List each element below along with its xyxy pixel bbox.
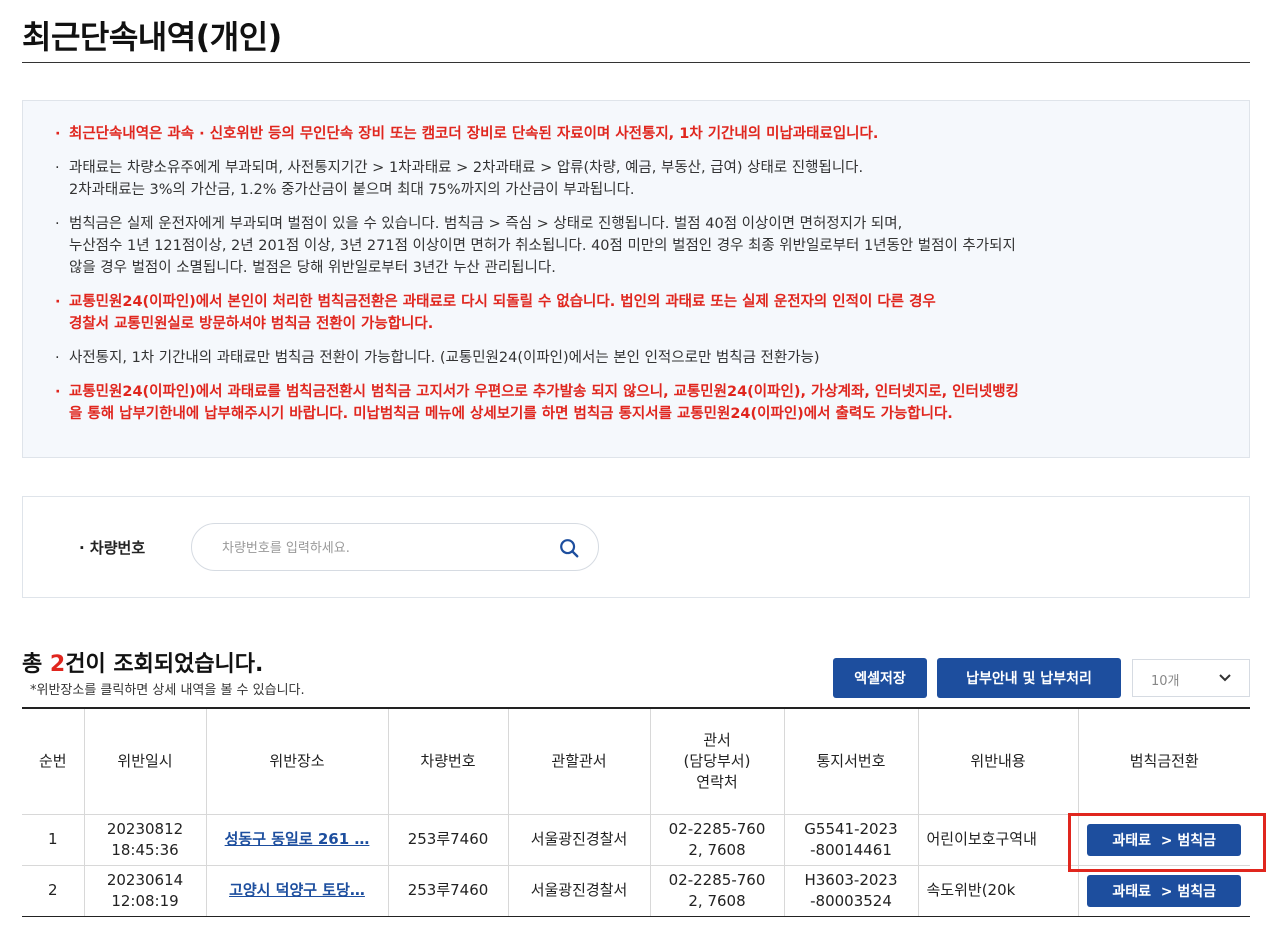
violation-content-text: 속도위반(20k xyxy=(926,881,1016,899)
page-size-value: 10개 xyxy=(1151,674,1180,689)
row-number-cell: 2 xyxy=(22,864,85,917)
notice-bullet: · xyxy=(55,350,60,366)
notice-bullet: · xyxy=(55,216,60,232)
column-header: 위반장소 xyxy=(205,707,389,815)
table-header-row: 순번 위반일시 위반장소 차량번호 관할관서 관서 (담당부서) 연락처 통지서번호 위반내용… xyxy=(22,707,1250,815)
vehicle-number-cell-text: 253루7460 xyxy=(407,830,489,848)
row-number-cell-text: 2 xyxy=(47,881,58,899)
column-header: 위반일시 xyxy=(83,707,207,815)
violation-location-cell: 성동구 동일로 261 … xyxy=(205,813,389,866)
violation-content-text: 어린이보호구역내 xyxy=(926,830,1037,848)
violation-datetime-cell-text: 12:08:19 xyxy=(111,891,179,910)
notice-item: · 최근단속내역은 과속 · 신호위반 등의 무인단속 장비 또는 캠코더 장비로… xyxy=(55,123,1221,145)
notice-panel: · 최근단속내역은 과속 · 신호위반 등의 무인단속 장비 또는 캠코더 장비로… xyxy=(22,100,1250,458)
convert-to-fine-button[interactable]: 과태료 > 범칙금 xyxy=(1087,874,1242,907)
notice-number-cell-text: H3603-2023 xyxy=(804,870,898,889)
police-office-cell-text: 서울광진경찰서 xyxy=(530,881,628,899)
notice-bullet: · xyxy=(55,126,61,142)
table-row: 1 20230812 18:45:36 성동구 동일로 261 … 253루7460 서울… xyxy=(22,813,1250,866)
vehicle-number-cell: 253루7460 xyxy=(387,813,509,866)
excel-save-button[interactable]: 엑셀저장 xyxy=(833,658,927,698)
office-contact-cell: 02-2285-760 2, 7608 xyxy=(649,813,785,866)
result-count: 총 2건이 조회되었습니다. xyxy=(22,646,263,678)
notice-line: 교통민원24(이파인)에서 과태료를 범칙금전환시 범칙금 고지서가 우편으로 … xyxy=(69,384,1019,400)
row-number-cell: 1 xyxy=(22,813,85,866)
police-office-cell: 서울광진경찰서 xyxy=(507,864,651,917)
vehicle-number-input[interactable] xyxy=(222,536,542,560)
fine-conversion-cell: 과태료 > 범칙금 xyxy=(1077,864,1250,917)
notice-line: 사전통지, 1차 기간내의 과태료만 범칙금 전환이 가능합니다. (교통민원2… xyxy=(69,350,820,366)
convert-to-fine-button[interactable]: 과태료 > 범칙금 xyxy=(1087,823,1242,856)
column-header: 순번 xyxy=(22,707,85,815)
notice-number-cell-text: G5541-2023 xyxy=(804,819,898,838)
fine-conversion-cell: 과태료 > 범칙금 xyxy=(1077,813,1250,866)
notice-item: · 사전통지, 1차 기간내의 과태료만 범칙금 전환이 가능합니다. (교통민원… xyxy=(55,347,1221,369)
notice-bullet: · xyxy=(55,160,60,176)
column-header: 범칙금전환 xyxy=(1077,707,1250,815)
search-icon[interactable] xyxy=(558,537,580,559)
police-office-cell: 서울광진경찰서 xyxy=(507,813,651,866)
violation-location-cell: 고양시 덕양구 토당… xyxy=(205,864,389,917)
violation-content-cell: 어린이보호구역내 xyxy=(917,813,1079,866)
result-count-prefix: 총 xyxy=(22,652,50,677)
office-contact-cell-text: 02-2285-760 xyxy=(668,819,766,838)
title-divider xyxy=(22,62,1250,63)
column-header: 관할관서 xyxy=(507,707,651,815)
notice-number-cell-text: -80003524 xyxy=(810,891,892,910)
notice-number-cell: H3603-2023 -80003524 xyxy=(783,864,919,917)
search-panel: · 차량번호 xyxy=(22,496,1250,598)
notice-line: 범칙금은 실제 운전자에게 부과되며 벌점이 있을 수 있습니다. 범칙금 > … xyxy=(69,216,903,232)
vehicle-number-cell: 253루7460 xyxy=(387,864,509,917)
row-number-cell-text: 1 xyxy=(47,830,58,848)
notice-line: 2차과태료는 3%의 가산금, 1.2% 중가산금이 붙으며 최대 75%까지의… xyxy=(69,182,635,198)
chevron-down-icon xyxy=(1219,674,1231,682)
violation-datetime-cell: 20230614 12:08:19 xyxy=(83,864,207,917)
police-office-cell-text: 서울광진경찰서 xyxy=(530,830,628,848)
violation-location-link[interactable]: 성동구 동일로 261 … xyxy=(225,830,370,848)
payment-guide-button[interactable]: 납부안내 및 납부처리 xyxy=(937,658,1121,698)
notice-line: 경찰서 교통민원실로 방문하셔야 범칙금 전환이 가능합니다. xyxy=(69,316,434,332)
notice-line: 최근단속내역은 과속 · 신호위반 등의 무인단속 장비 또는 캠코더 장비로 … xyxy=(69,126,879,142)
column-header: 관서 (담당부서) 연락처 xyxy=(649,707,785,815)
violation-content-cell: 속도위반(20k xyxy=(917,864,1079,917)
office-contact-cell-text: 02-2285-760 xyxy=(668,870,766,889)
vehicle-number-search-field[interactable] xyxy=(191,523,599,571)
violation-datetime-cell-text: 20230812 xyxy=(106,819,184,838)
notice-line: 과태료는 차량소유주에게 부과되며, 사전통지기간 > 1차과태료 > 2차과태… xyxy=(69,160,864,176)
vehicle-number-cell-text: 253루7460 xyxy=(407,881,489,899)
notice-line: 누산점수 1년 121점이상, 2년 201점 이상, 3년 271점 이상이면… xyxy=(69,238,1016,254)
office-contact-cell-text: 2, 7608 xyxy=(688,840,746,859)
violation-datetime-cell-text: 18:45:36 xyxy=(111,840,179,859)
violation-datetime-cell-text: 20230614 xyxy=(106,870,184,889)
notice-number-cell-text: -80014461 xyxy=(810,840,892,859)
table-row: 2 20230614 12:08:19 고양시 덕양구 토당… 253루7460 서울광진… xyxy=(22,864,1250,917)
notice-line: 교통민원24(이파인)에서 본인이 처리한 범칙금전환은 과태료로 다시 되돌릴… xyxy=(69,294,936,310)
notice-bullet: · xyxy=(55,384,61,400)
violation-datetime-cell: 20230812 18:45:36 xyxy=(83,813,207,866)
notice-bullet: · xyxy=(55,294,61,310)
notice-number-cell: G5541-2023 -80014461 xyxy=(783,813,919,866)
office-contact-cell: 02-2285-760 2, 7608 xyxy=(649,864,785,917)
notice-item: · 과태료는 차량소유주에게 부과되며, 사전통지기간 > 1차과태료 > 2차과… xyxy=(55,157,1221,201)
result-hint: *위반장소를 클릭하면 상세 내역을 볼 수 있습니다. xyxy=(30,683,305,698)
notice-item: · 교통민원24(이파인)에서 과태료를 범칙금전환시 범칙금 고지서가 우편으로… xyxy=(55,381,1221,425)
office-contact-cell-text: 2, 7608 xyxy=(688,891,746,910)
page-title: 최근단속내역(개인) xyxy=(22,18,282,56)
notice-line: 않을 경우 벌점이 소멸됩니다. 벌점은 당해 위반일로부터 3년간 누산 관리… xyxy=(69,260,556,276)
violation-location-link[interactable]: 고양시 덕양구 토당… xyxy=(229,881,365,899)
page-size-select[interactable]: 10개 xyxy=(1132,659,1250,697)
vehicle-number-label: · 차량번호 xyxy=(79,539,146,557)
result-count-number: 2 xyxy=(49,652,66,677)
notice-item: · 범칙금은 실제 운전자에게 부과되며 벌점이 있을 수 있습니다. 범칙금 >… xyxy=(55,213,1221,279)
notice-line: 을 통해 납부기한내에 납부해주시기 바랍니다. 미납범칙금 메뉴에 상세보기를… xyxy=(69,406,953,422)
column-header: 통지서번호 xyxy=(783,707,919,815)
column-header: 위반내용 xyxy=(917,707,1079,815)
result-count-suffix: 건이 조회되었습니다. xyxy=(65,652,264,677)
column-header: 차량번호 xyxy=(387,707,509,815)
notice-item: · 교통민원24(이파인)에서 본인이 처리한 범칙금전환은 과태료로 다시 되돌… xyxy=(55,291,1221,335)
violations-table: 순번 위반일시 위반장소 차량번호 관할관서 관서 (담당부서) 연락처 통지서번호 위반내용… xyxy=(22,707,1250,917)
